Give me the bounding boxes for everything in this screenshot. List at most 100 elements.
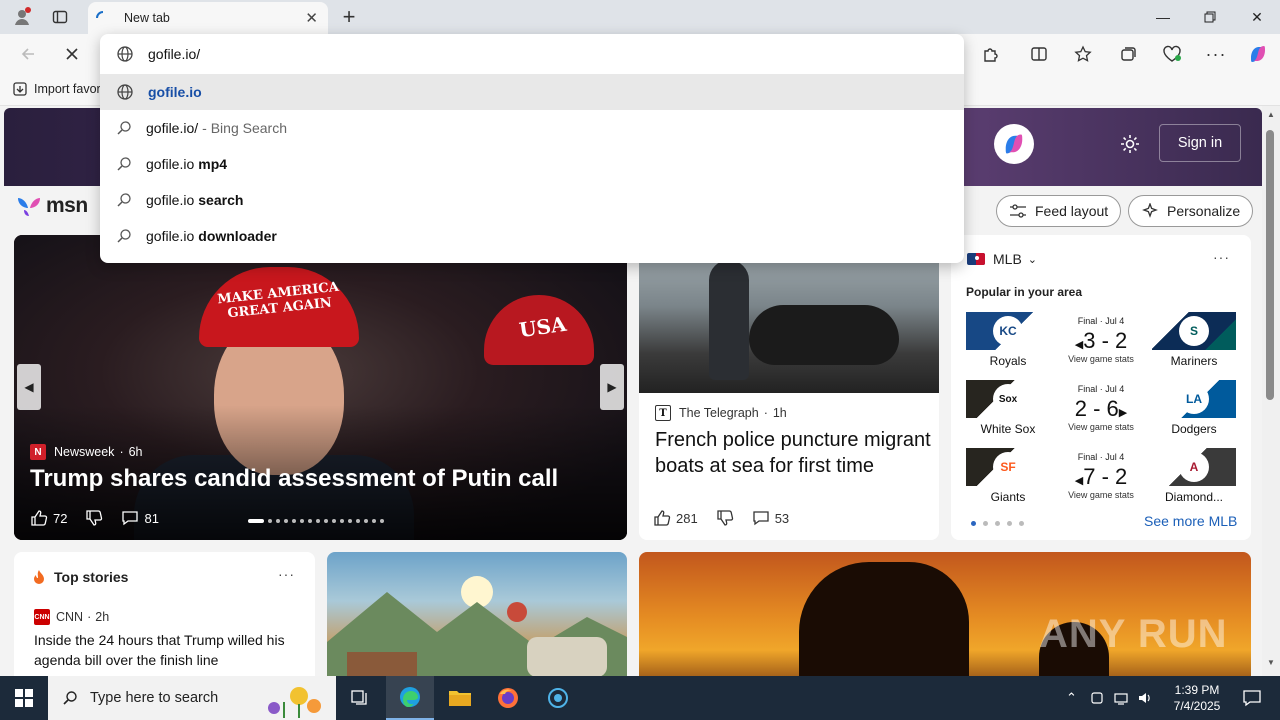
game-score-row[interactable]: KC Royals Final · Jul 4 ◀3 - 2 View game…	[966, 312, 1236, 372]
team-home[interactable]: SF Giants	[966, 448, 1050, 508]
tab-actions-button[interactable]	[46, 4, 74, 30]
address-input[interactable]	[148, 46, 848, 62]
mlb-selector[interactable]: MLB ⌄	[967, 251, 1037, 267]
game-score-row[interactable]: SF Giants Final · Jul 4 ◀7 - 2 View game…	[966, 448, 1236, 508]
news-card-telegraph[interactable]: T The Telegraph · 1h French police punct…	[639, 235, 939, 540]
suggestion-item[interactable]: gofile.io search	[100, 182, 964, 218]
dislike-button[interactable]	[85, 509, 103, 527]
scrollbar-thumb[interactable]	[1266, 130, 1274, 400]
article-headline[interactable]: Trump shares candid assessment of Putin …	[30, 465, 558, 493]
msn-logo[interactable]: msn	[16, 194, 88, 218]
import-favorites-link[interactable]: Import favor	[12, 81, 101, 97]
carousel-dot[interactable]	[316, 519, 320, 523]
suggestion-item[interactable]: gofile.io downloader	[100, 218, 964, 254]
feed-layout-button[interactable]: Feed layout	[996, 195, 1122, 227]
hero-news-carousel[interactable]: MAKE AMERICA GREAT AGAIN USA ◀ ▶ N Newsw…	[14, 235, 627, 540]
mlb-more-button[interactable]: ···	[1213, 249, 1230, 265]
tab-close-icon[interactable]: ✕	[305, 9, 318, 27]
copilot-badge[interactable]	[994, 124, 1034, 164]
suggestion-item[interactable]: gofile.io mp4	[100, 146, 964, 182]
taskbar-firefox[interactable]	[484, 676, 532, 720]
team-home[interactable]: KC Royals	[966, 312, 1050, 372]
game-score-row[interactable]: Sox White Sox Final · Jul 4 2 - 6▶ View …	[966, 380, 1236, 440]
carousel-next-button[interactable]: ▶	[600, 364, 624, 410]
article-source[interactable]: T The Telegraph · 1h	[655, 405, 787, 421]
taskbar-app[interactable]	[534, 676, 582, 720]
profile-button[interactable]	[8, 4, 36, 30]
carousel-dot[interactable]	[380, 519, 384, 523]
team-home[interactable]: Sox White Sox	[966, 380, 1050, 440]
mlb-page-dot[interactable]	[1019, 521, 1024, 526]
carousel-dot[interactable]	[348, 519, 352, 523]
favorites-button[interactable]	[1069, 40, 1097, 68]
suggestion-item[interactable]: gofile.io/ - Bing Search	[100, 110, 964, 146]
taskbar-search[interactable]: Type here to search	[48, 676, 336, 720]
carousel-dot[interactable]	[324, 519, 328, 523]
like-button[interactable]: 281	[653, 509, 698, 527]
game-score[interactable]: Final · Jul 4 ◀3 - 2 View game stats	[1052, 312, 1150, 364]
carousel-dot[interactable]	[308, 519, 312, 523]
back-button[interactable]	[14, 40, 42, 68]
article-source[interactable]: N Newsweek · 6h	[30, 444, 143, 460]
settings-more-button[interactable]: ···	[1202, 40, 1230, 68]
carousel-dot[interactable]	[248, 519, 264, 523]
page-settings-button[interactable]	[1116, 130, 1144, 158]
mlb-pagination[interactable]	[971, 521, 1031, 526]
collections-button[interactable]	[1114, 40, 1142, 68]
view-game-stats-link[interactable]: View game stats	[1052, 490, 1150, 500]
mlb-page-dot[interactable]	[995, 521, 1000, 526]
carousel-dot[interactable]	[332, 519, 336, 523]
notification-center-button[interactable]	[1232, 676, 1272, 720]
sign-in-button[interactable]: Sign in	[1159, 124, 1241, 162]
security-icon[interactable]	[1089, 690, 1105, 706]
team-away[interactable]: LA Dodgers	[1152, 380, 1236, 440]
game-score[interactable]: Final · Jul 4 ◀7 - 2 View game stats	[1052, 448, 1150, 500]
address-bar[interactable]	[100, 34, 964, 74]
minimize-button[interactable]: —	[1140, 0, 1186, 34]
dislike-button[interactable]	[716, 509, 734, 527]
mlb-page-dot[interactable]	[1007, 521, 1012, 526]
scroll-up-icon[interactable]: ▲	[1267, 110, 1275, 119]
game-score[interactable]: Final · Jul 4 2 - 6▶ View game stats	[1052, 380, 1150, 432]
comments-button[interactable]: 81	[121, 509, 159, 527]
see-more-mlb-link[interactable]: See more MLB	[1144, 513, 1237, 529]
extensions-button[interactable]	[977, 40, 1005, 68]
photo-story-card[interactable]: ANY RUN	[639, 552, 1251, 676]
new-tab-button[interactable]: +	[336, 4, 362, 30]
like-button[interactable]: 72	[30, 509, 67, 527]
stop-loading-button[interactable]	[58, 40, 86, 68]
carousel-prev-button[interactable]: ◀	[17, 364, 41, 410]
suggestion-item[interactable]: gofile.io	[100, 74, 964, 110]
taskbar-file-explorer[interactable]	[436, 676, 484, 720]
close-window-button[interactable]: ✕	[1234, 0, 1280, 34]
browser-essentials-button[interactable]	[1158, 40, 1186, 68]
carousel-dot[interactable]	[276, 519, 280, 523]
restore-button[interactable]	[1187, 0, 1233, 34]
carousel-dot[interactable]	[364, 519, 368, 523]
top-stories-more-button[interactable]: ···	[278, 566, 295, 582]
personalize-button[interactable]: Personalize	[1128, 195, 1254, 227]
split-screen-button[interactable]	[1025, 40, 1053, 68]
scroll-down-icon[interactable]: ▼	[1267, 658, 1275, 667]
article-source[interactable]: CNN CNN · 2h	[34, 609, 109, 625]
volume-icon[interactable]	[1137, 690, 1153, 706]
mlb-page-dot[interactable]	[971, 521, 976, 526]
carousel-dot[interactable]	[340, 519, 344, 523]
article-headline[interactable]: French police puncture migrant boats at …	[655, 427, 931, 479]
carousel-pagination[interactable]	[248, 519, 388, 523]
carousel-dot[interactable]	[268, 519, 272, 523]
carousel-dot[interactable]	[372, 519, 376, 523]
team-away[interactable]: S Mariners	[1152, 312, 1236, 372]
tab-new-tab[interactable]: New tab ✕	[88, 2, 328, 34]
taskbar-edge[interactable]	[386, 676, 434, 720]
network-icon[interactable]	[1113, 690, 1129, 706]
article-headline[interactable]: Inside the 24 hours that Trump willed hi…	[34, 630, 304, 671]
copilot-button[interactable]	[1244, 40, 1272, 68]
carousel-dot[interactable]	[284, 519, 288, 523]
chevron-up-icon[interactable]: ⌃	[1066, 690, 1077, 706]
carousel-dot[interactable]	[356, 519, 360, 523]
view-game-stats-link[interactable]: View game stats	[1052, 422, 1150, 432]
start-button[interactable]	[0, 676, 48, 720]
task-view-button[interactable]	[336, 676, 384, 720]
team-away[interactable]: A Diamond...	[1152, 448, 1236, 508]
